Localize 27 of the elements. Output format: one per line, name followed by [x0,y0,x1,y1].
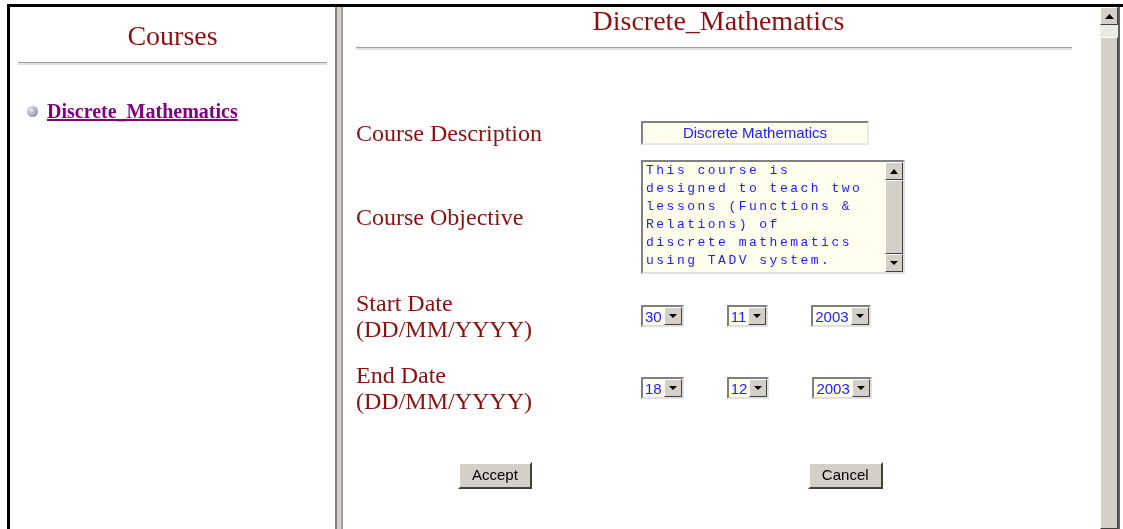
scroll-thumb[interactable] [885,180,903,254]
text-area-scrollbar[interactable] [885,162,903,272]
date-select[interactable]: 11 [726,305,769,327]
description-field[interactable]: Discrete Mathematics [641,121,869,145]
date-select[interactable]: 2003 [812,377,872,399]
course-link[interactable]: Discrete_Mathematics [47,101,238,121]
field-label: Course Objective [356,204,525,230]
field-label: End Date [356,362,447,388]
scroll-thumb[interactable] [1100,37,1118,529]
scroll-up-icon[interactable] [1100,7,1118,25]
sidebar-title: Courses [126,19,219,53]
field-label: Course Description [356,120,543,146]
page-title: Discrete_Mathematics [591,6,846,36]
page-scrollbar[interactable] [1100,7,1120,529]
cancel-button[interactable]: Cancel [807,462,883,489]
date-format-hint: (DD/MM/YYYY) [356,316,533,342]
bullet-icon [27,105,38,117]
field-label: Start Date [356,290,454,316]
scroll-down-icon[interactable] [885,254,903,272]
date-select[interactable]: 12 [726,377,770,399]
date-select[interactable]: 18 [641,377,684,399]
scroll-track[interactable] [1100,25,1118,37]
date-select[interactable]: 2003 [811,305,871,327]
date-select[interactable]: 30 [641,305,684,327]
date-format-hint: (DD/MM/YYYY) [356,388,533,414]
accept-button[interactable]: Accept [458,462,532,489]
scroll-up-icon[interactable] [885,162,903,180]
